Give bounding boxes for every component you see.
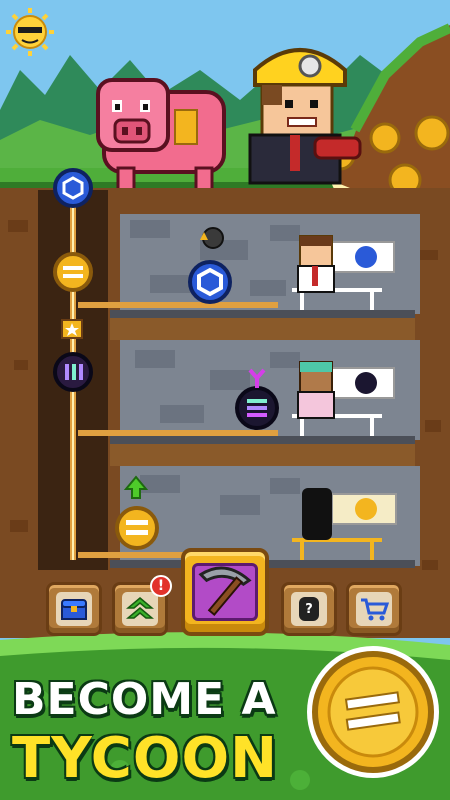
chainlink-token[interactable]	[188, 260, 232, 304]
dollar-token[interactable]	[115, 506, 159, 550]
upgrade-alert-text: !	[157, 578, 165, 594]
shop-button[interactable]	[346, 582, 402, 636]
pickaxe-mine-button[interactable]	[181, 548, 269, 636]
star-box-icon	[61, 319, 83, 339]
elevator-numeraire-token[interactable]	[53, 352, 93, 392]
mystery-character-icon: ?	[291, 592, 327, 626]
sun-icon	[6, 8, 54, 56]
elevator-dollar-token[interactable]	[53, 252, 93, 292]
elevator-chainlink-token[interactable]	[53, 168, 93, 208]
pickaxe-icon	[192, 563, 258, 621]
svg-text:?: ?	[305, 602, 313, 617]
mine-floor-1	[78, 214, 420, 340]
upgrade-chevrons-icon	[122, 592, 158, 626]
mystery-character-button[interactable]: ?	[281, 582, 337, 636]
treasure-chest-button[interactable]	[46, 582, 102, 636]
piggy-bank-icon	[96, 78, 226, 192]
treasure-chest-icon	[56, 592, 92, 626]
big-gold-coin-icon	[307, 646, 439, 778]
headline-line-1: BECOME A	[12, 674, 277, 725]
shopping-cart-icon	[356, 592, 392, 626]
solana-token[interactable]	[235, 386, 279, 430]
headline-line-2: TYCOON	[12, 726, 278, 791]
upgrade-alert-badge: !	[150, 575, 172, 597]
